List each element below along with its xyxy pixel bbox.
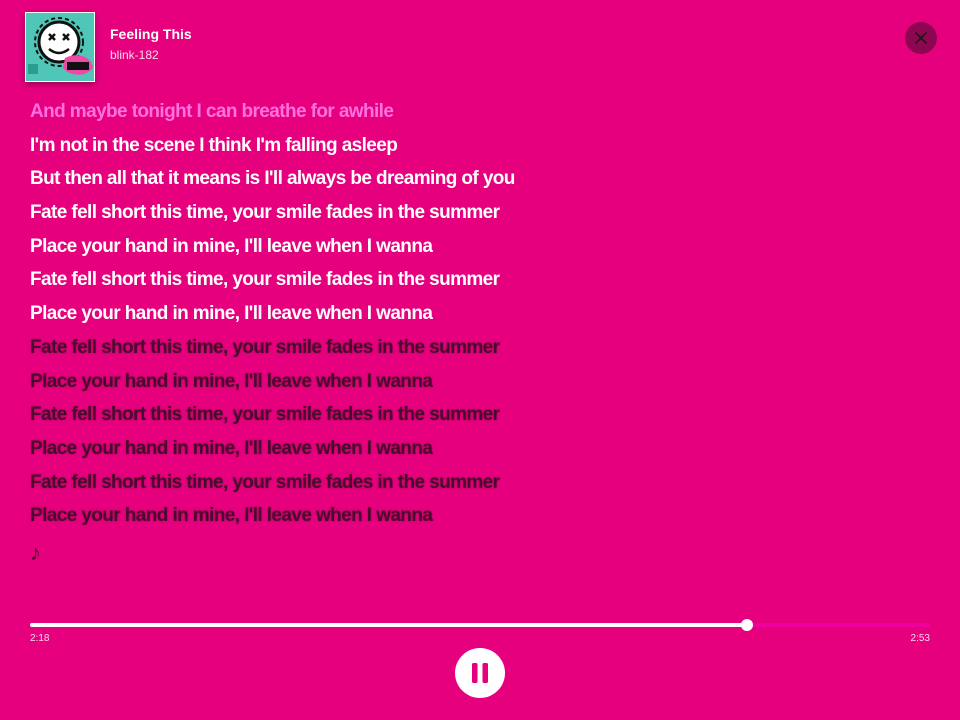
track-title: Feeling This — [110, 26, 192, 42]
close-button[interactable] — [905, 22, 937, 54]
lyric-line[interactable]: Place your hand in mine, I'll leave when… — [30, 499, 910, 533]
time-elapsed: 2:18 — [30, 633, 50, 644]
track-artist[interactable]: blink-182 — [110, 48, 159, 62]
time-total: 2:53 — [910, 633, 930, 644]
lyric-line[interactable]: And maybe tonight I can breathe for awhi… — [30, 95, 910, 129]
lyric-line[interactable]: I'm not in the scene I think I'm falling… — [30, 129, 910, 163]
album-art[interactable] — [25, 12, 95, 82]
lyric-line[interactable]: Place your hand in mine, I'll leave when… — [30, 297, 910, 331]
lyric-line[interactable]: Place your hand in mine, I'll leave when… — [30, 365, 910, 399]
progress-bar[interactable] — [30, 619, 930, 631]
lyrics-screen: Feeling This blink-182 And maybe tonight… — [0, 0, 960, 720]
lyric-line[interactable]: Fate fell short this time, your smile fa… — [30, 196, 910, 230]
lyric-line[interactable]: Fate fell short this time, your smile fa… — [30, 398, 910, 432]
album-art-image — [25, 12, 95, 82]
lyric-line[interactable]: Fate fell short this time, your smile fa… — [30, 331, 910, 365]
lyrics-list: And maybe tonight I can breathe for awhi… — [30, 95, 910, 533]
lyric-line[interactable]: But then all that it means is I'll alway… — [30, 162, 910, 196]
lyric-line[interactable]: Fate fell short this time, your smile fa… — [30, 263, 910, 297]
lyric-line[interactable]: Place your hand in mine, I'll leave when… — [30, 230, 910, 264]
lyric-line[interactable]: Fate fell short this time, your smile fa… — [30, 466, 910, 500]
progress-knob[interactable] — [741, 619, 754, 631]
pause-button[interactable] — [455, 648, 505, 698]
pause-icon — [472, 663, 488, 683]
close-icon — [915, 32, 927, 44]
progress-fill — [30, 623, 748, 627]
lyric-line[interactable]: Place your hand in mine, I'll leave when… — [30, 432, 910, 466]
music-note-icon: ♪ — [30, 540, 41, 565]
